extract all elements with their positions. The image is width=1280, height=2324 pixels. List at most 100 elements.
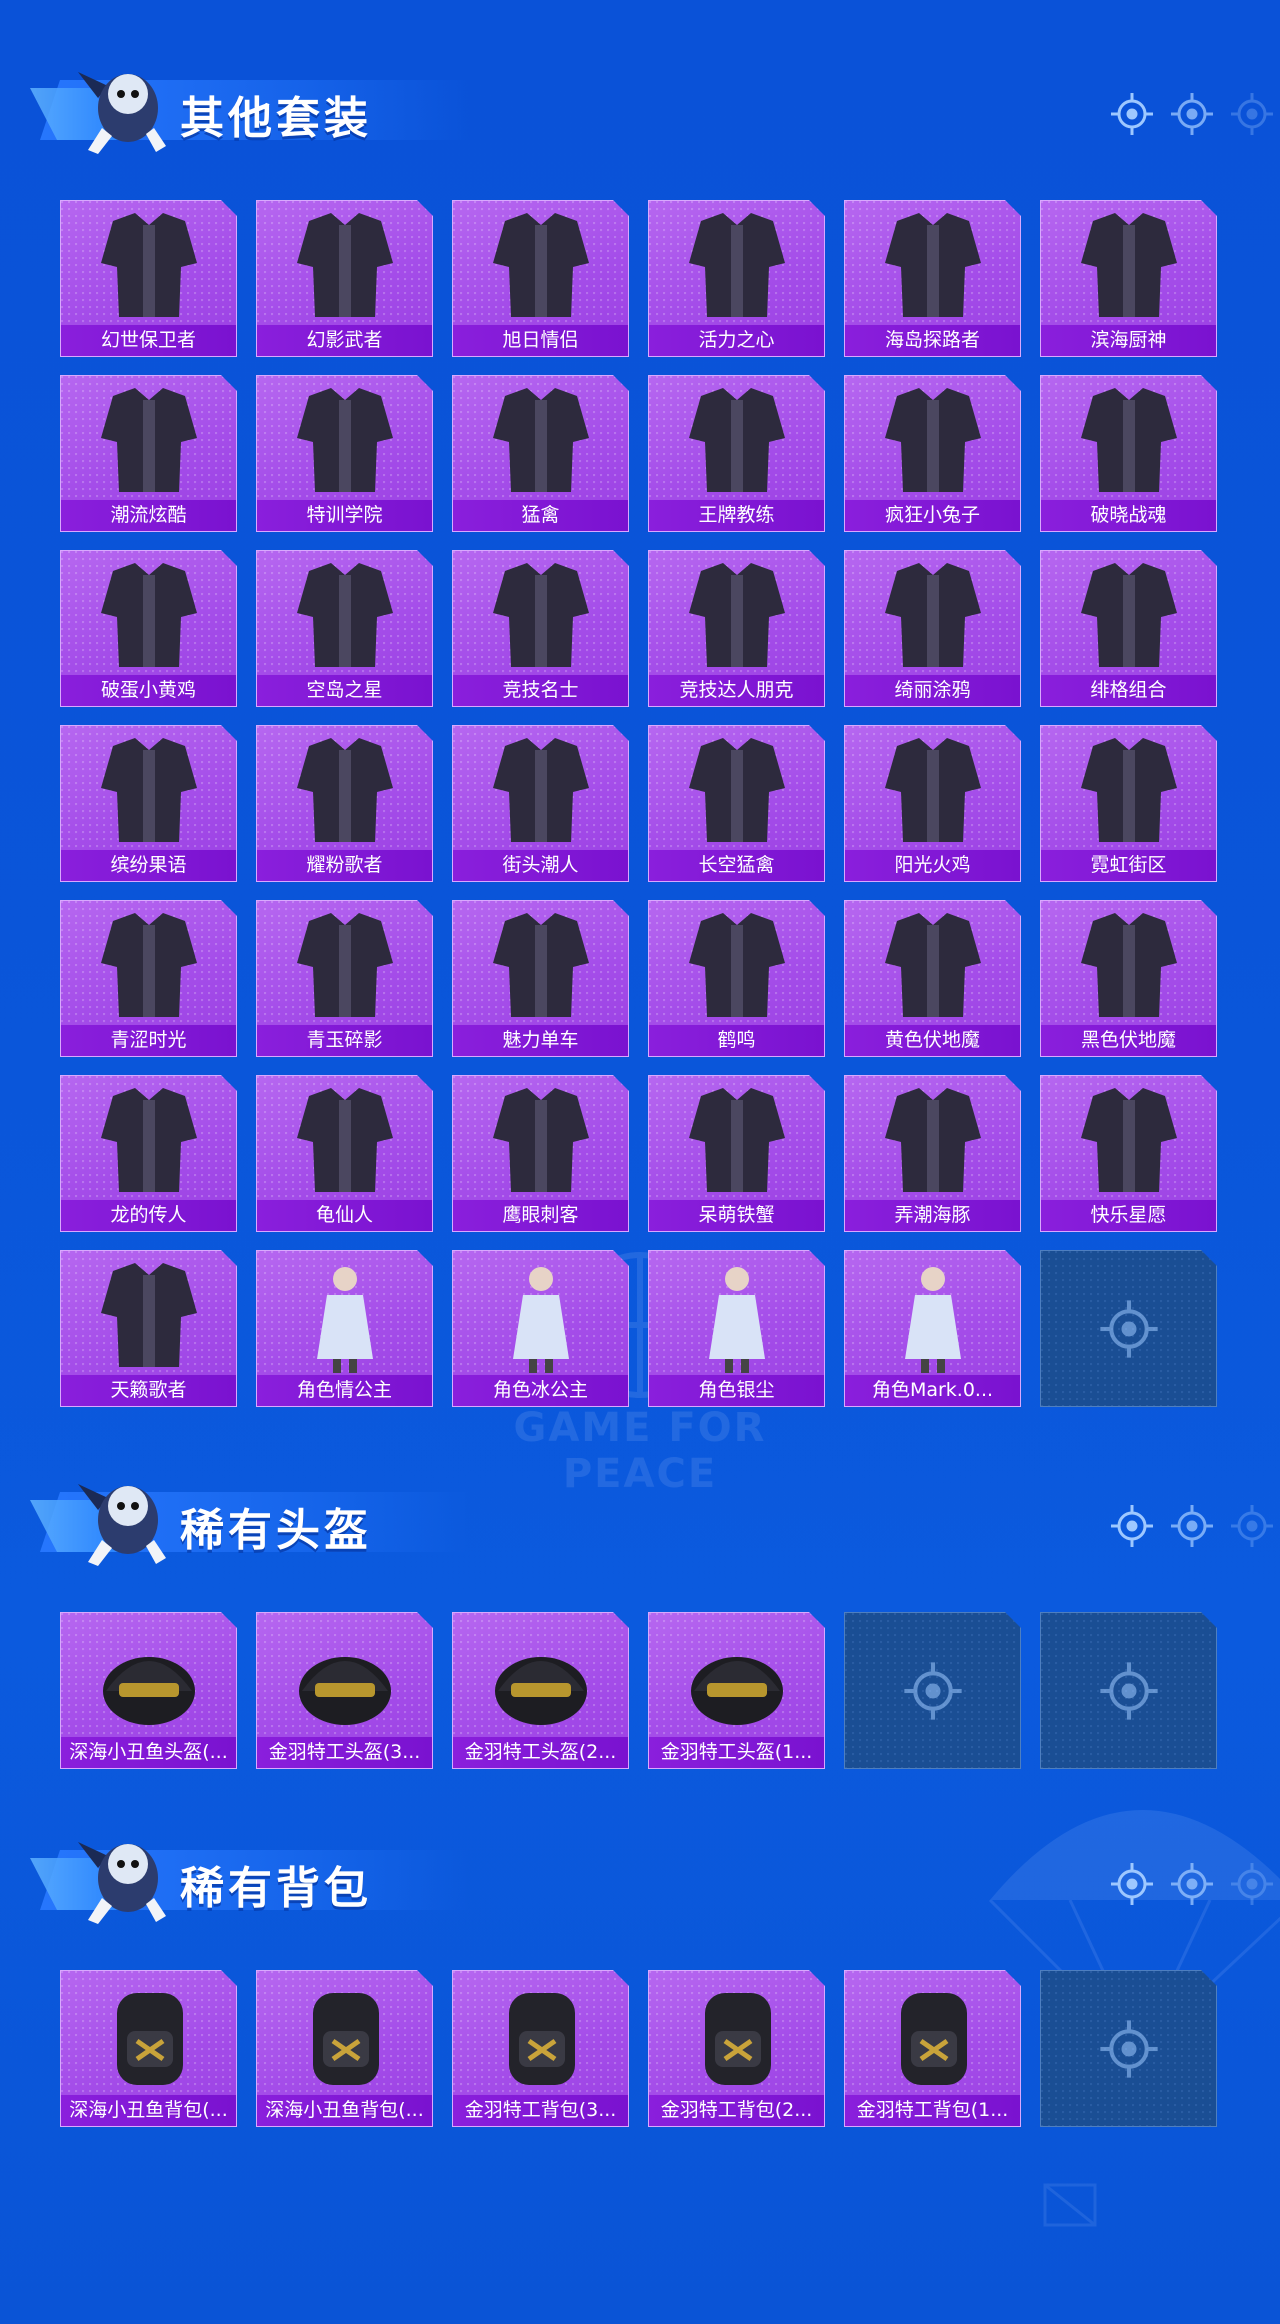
item-card[interactable]: 角色情公主	[256, 1250, 433, 1407]
item-card[interactable]: 滨海厨神	[1040, 200, 1217, 357]
watermark-text: GAME FOR PEACE	[513, 1405, 767, 1497]
item-card[interactable]: 呆萌铁蟹	[648, 1075, 825, 1232]
item-card[interactable]: 青玉碎影	[256, 900, 433, 1057]
section-header: 稀有背包	[30, 1820, 1273, 1930]
outfit-icon	[61, 901, 238, 1025]
item-label: 绮丽涂鸦	[845, 675, 1020, 706]
outfit-icon	[257, 726, 434, 850]
item-card[interactable]: 幻世保卫者	[60, 200, 237, 357]
item-label: 缤纷果语	[61, 850, 236, 881]
item-card[interactable]: 旭日情侣	[452, 200, 629, 357]
section-title: 稀有头盔	[180, 1505, 372, 1556]
item-label: 旭日情侣	[453, 325, 628, 356]
item-card[interactable]: 破晓战魂	[1040, 375, 1217, 532]
empty-slot	[1040, 1612, 1217, 1769]
item-label: 疯狂小兔子	[845, 500, 1020, 531]
item-card[interactable]: 魅力单车	[452, 900, 629, 1057]
item-card[interactable]: 深海小丑鱼头盔(...	[60, 1612, 237, 1769]
item-label: 呆萌铁蟹	[649, 1200, 824, 1231]
outfit-icon	[61, 551, 238, 675]
crosshair-icon	[1111, 93, 1153, 135]
item-card[interactable]: 竞技名士	[452, 550, 629, 707]
item-card[interactable]: 金羽特工背包(1...	[844, 1970, 1021, 2127]
item-card[interactable]: 天籁歌者	[60, 1250, 237, 1407]
empty-slot	[844, 1612, 1021, 1769]
item-card[interactable]: 破蛋小黄鸡	[60, 550, 237, 707]
outfit-icon	[649, 201, 826, 325]
outfit-icon	[1041, 901, 1218, 1025]
outfit-icon	[845, 1076, 1022, 1200]
helmet-icon	[649, 1613, 826, 1737]
item-card[interactable]: 龙的传人	[60, 1075, 237, 1232]
item-card[interactable]: 金羽特工头盔(1...	[648, 1612, 825, 1769]
item-card[interactable]: 黑色伏地魔	[1040, 900, 1217, 1057]
item-card[interactable]: 幻影武者	[256, 200, 433, 357]
item-card[interactable]: 深海小丑鱼背包(...	[256, 1970, 433, 2127]
backpack-icon	[257, 1971, 434, 2095]
outfit-icon	[453, 201, 630, 325]
item-label: 幻世保卫者	[61, 325, 236, 356]
item-label: 幻影武者	[257, 325, 432, 356]
outfit-icon	[453, 726, 630, 850]
item-card[interactable]: 龟仙人	[256, 1075, 433, 1232]
item-card[interactable]: 金羽特工背包(2...	[648, 1970, 825, 2127]
item-card[interactable]: 深海小丑鱼背包(...	[60, 1970, 237, 2127]
item-card[interactable]: 竞技达人朋克	[648, 550, 825, 707]
item-label: 金羽特工头盔(3...	[257, 1737, 432, 1768]
item-card[interactable]: 青涩时光	[60, 900, 237, 1057]
item-label: 金羽特工背包(2...	[649, 2095, 824, 2126]
item-card[interactable]: 角色银尘	[648, 1250, 825, 1407]
item-card[interactable]: 金羽特工头盔(2...	[452, 1612, 629, 1769]
item-card[interactable]: 海岛探路者	[844, 200, 1021, 357]
item-label: 街头潮人	[453, 850, 628, 881]
item-card[interactable]: 特训学院	[256, 375, 433, 532]
item-card[interactable]: 疯狂小兔子	[844, 375, 1021, 532]
item-card[interactable]: 长空猛禽	[648, 725, 825, 882]
item-card[interactable]: 金羽特工头盔(3...	[256, 1612, 433, 1769]
outfit-icon	[257, 551, 434, 675]
item-label: 深海小丑鱼背包(...	[257, 2095, 432, 2126]
item-card[interactable]: 霓虹街区	[1040, 725, 1217, 882]
outfit-icon	[257, 901, 434, 1025]
crosshair-icon	[1171, 93, 1213, 135]
item-card[interactable]: 鹤鸣	[648, 900, 825, 1057]
item-card[interactable]: 金羽特工背包(3...	[452, 1970, 629, 2127]
item-label: 角色冰公主	[453, 1375, 628, 1406]
item-card[interactable]: 王牌教练	[648, 375, 825, 532]
item-card[interactable]: 缤纷果语	[60, 725, 237, 882]
item-card[interactable]: 弄潮海豚	[844, 1075, 1021, 1232]
item-card[interactable]: 角色冰公主	[452, 1250, 629, 1407]
item-card[interactable]: 耀粉歌者	[256, 725, 433, 882]
item-card[interactable]: 潮流炫酷	[60, 375, 237, 532]
item-card[interactable]: 绮丽涂鸦	[844, 550, 1021, 707]
item-label: 角色Mark.0...	[845, 1375, 1020, 1406]
mascot-icon	[78, 1842, 166, 1924]
item-label: 角色情公主	[257, 1375, 432, 1406]
item-card[interactable]: 阳光火鸡	[844, 725, 1021, 882]
outfit-icon	[845, 551, 1022, 675]
item-label: 阳光火鸡	[845, 850, 1020, 881]
item-card[interactable]: 空岛之星	[256, 550, 433, 707]
item-label: 破蛋小黄鸡	[61, 675, 236, 706]
item-card[interactable]: 快乐星愿	[1040, 1075, 1217, 1232]
item-label: 天籁歌者	[61, 1375, 236, 1406]
item-card[interactable]: 角色Mark.0...	[844, 1250, 1021, 1407]
item-label: 青涩时光	[61, 1025, 236, 1056]
item-card[interactable]: 街头潮人	[452, 725, 629, 882]
outfit-icon	[257, 376, 434, 500]
outfit-icon	[845, 376, 1022, 500]
crosshair-icon	[1111, 1505, 1153, 1547]
outfit-icon	[649, 726, 826, 850]
section-title: 其他套装	[180, 93, 372, 144]
item-card[interactable]: 活力之心	[648, 200, 825, 357]
item-label: 黄色伏地魔	[845, 1025, 1020, 1056]
item-label: 青玉碎影	[257, 1025, 432, 1056]
outfit-icon	[61, 726, 238, 850]
item-card[interactable]: 猛禽	[452, 375, 629, 532]
outfit-icon	[649, 376, 826, 500]
item-label: 龙的传人	[61, 1200, 236, 1231]
item-card[interactable]: 鹰眼刺客	[452, 1075, 629, 1232]
item-card[interactable]: 绯格组合	[1040, 550, 1217, 707]
helmet-icon	[453, 1613, 630, 1737]
item-card[interactable]: 黄色伏地魔	[844, 900, 1021, 1057]
